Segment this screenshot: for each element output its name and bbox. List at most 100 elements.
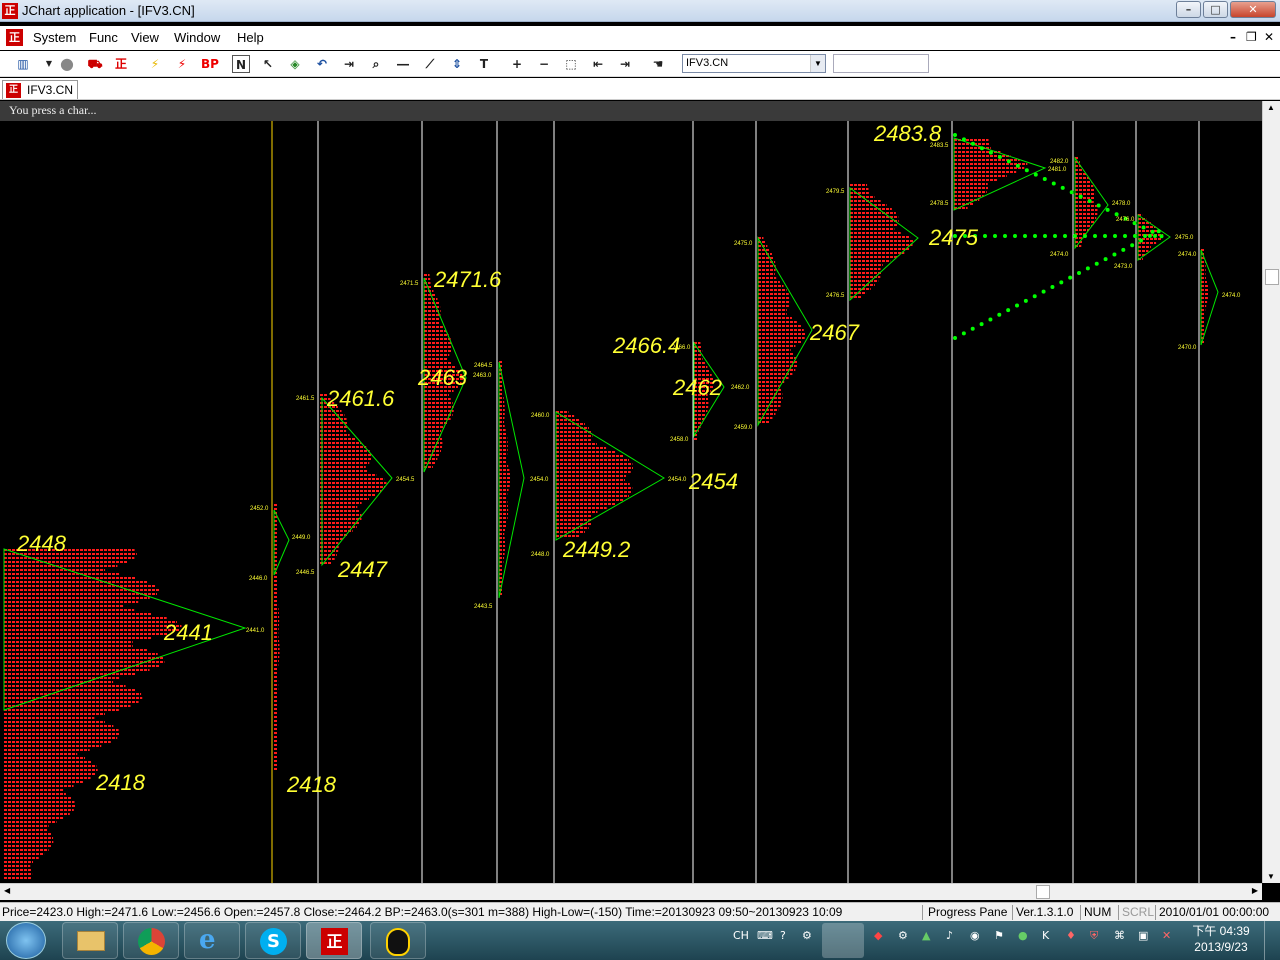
maximize-button[interactable]: □ [1203,1,1228,18]
pen-input-icon[interactable] [822,923,864,958]
zoom-icon[interactable]: ⌕ [367,55,385,73]
chevron-down-icon[interactable]: ▼ [810,55,825,72]
annotation-high: 2466.4 [612,333,680,358]
vertical-scroll-thumb[interactable] [1265,269,1279,285]
market-profile-chart[interactable]: 2441.0 2452.0 2449.0 2446.0 2461.5 2446.5 2454… [0,101,1262,883]
show-desktop-button[interactable] [1264,921,1280,960]
acrobat-icon[interactable]: ◆ [874,929,882,942]
usb-icon[interactable]: ⌘ [1114,929,1125,942]
dropdown-arrow-icon[interactable]: ▼ [40,55,58,73]
tab-label: IFV3.CN [27,83,74,97]
scroll-left-icon[interactable]: ◀ [4,886,10,895]
price-tag: 2458.0 [670,437,689,443]
network-icon[interactable]: ▣ [1138,929,1148,942]
skype-icon[interactable]: S [245,922,301,959]
price-tag: 2461.5 [296,396,315,402]
tab-strip: 正 IFV3.CN [0,78,1280,100]
chart-type-icon[interactable]: ▥ [14,55,32,73]
scroll-up-icon[interactable]: ▲ [1267,103,1275,112]
chrome-icon[interactable] [123,922,179,959]
red-lightning-icon[interactable]: ⚡ [173,55,191,73]
price-tag: 2443.5 [474,604,493,610]
arrow-updown-icon[interactable]: ⇕ [448,55,466,73]
price-tag: 2476.5 [826,293,845,299]
price-tag: 2462.0 [731,385,750,391]
horizontal-scroll-thumb[interactable] [1036,885,1050,899]
menu-func[interactable]: Func [89,30,118,45]
menu-window[interactable]: Window [174,30,220,45]
chart-message: You press a char... [0,101,1262,121]
hand-icon[interactable]: ☚ [649,55,667,73]
annotation-high: 2461.6 [326,386,395,411]
minus-icon[interactable]: − [535,55,553,73]
vertical-scrollbar[interactable]: ▲ ▼ [1262,101,1280,883]
price-tag: 2474.0 [1050,252,1069,258]
price-tag: 2460.0 [531,413,550,419]
jchart-icon[interactable]: 正 [306,922,362,959]
volume-muted-icon[interactable]: ✕ [1162,929,1171,942]
menu-help[interactable]: Help [237,30,264,45]
logo-icon[interactable]: 正 [112,55,130,73]
menu-view[interactable]: View [131,30,159,45]
camera-icon[interactable]: ◉ [970,929,980,942]
forward-end-icon[interactable]: ⇥ [616,55,634,73]
back-icon[interactable]: ⇤ [589,55,607,73]
language-indicator[interactable]: CH [733,929,749,942]
horizontal-scrollbar[interactable]: ◀ ▶ [0,883,1262,900]
red-car-icon[interactable]: ⛟ [86,55,104,73]
undo-icon[interactable]: ↶ [313,55,331,73]
annotation-low: 2418 [95,770,146,795]
antivirus-icon[interactable]: ♦ [1066,929,1076,942]
keyboard-icon[interactable]: ⌨ [757,929,773,942]
help-icon[interactable]: ? [780,929,786,942]
mdi-close-button[interactable]: ✕ [1264,30,1274,44]
cube-icon[interactable]: ◈ [286,55,304,73]
annotation-poc: 2462 [672,375,722,400]
trendline-icon[interactable]: ⟋ [421,55,439,73]
search-input[interactable] [833,54,929,73]
qq-icon[interactable] [370,922,426,959]
price-tag: 2482.0 [1050,159,1069,165]
pointer-icon[interactable]: ↖ [259,55,277,73]
flag-icon[interactable]: ⚑ [994,929,1004,942]
speaker-icon[interactable]: ♪ [946,929,953,942]
minimize-button[interactable]: – [1176,1,1201,18]
close-button[interactable]: ✕ [1230,1,1276,18]
hline-icon[interactable]: ― [394,55,412,73]
file-explorer-icon[interactable] [62,922,118,959]
price-tag: 2448.0 [531,552,550,558]
bp-icon[interactable]: BP [199,55,221,73]
clock[interactable]: 下午 04:39 2013/9/23 [1190,923,1252,955]
start-orb-icon[interactable] [6,922,46,959]
mdi-logo-icon[interactable]: 正 [6,29,23,46]
price-tag: 2449.0 [292,535,311,541]
gray-circle-icon[interactable]: ● [58,55,76,73]
wechat-icon[interactable]: ● [1018,929,1028,942]
plus-icon[interactable]: + [508,55,526,73]
drive-icon[interactable]: ▲ [922,929,930,942]
select-rect-icon[interactable]: ⬚ [562,55,580,73]
mdi-minimize-button[interactable]: – [1230,30,1236,44]
symbol-select[interactable]: IFV3.CN ▼ [682,54,826,73]
menu-system[interactable]: System [33,30,76,45]
n-icon[interactable]: N [232,55,250,73]
price-tag: 2464.5 [474,363,493,369]
clock-date: 2013/9/23 [1194,940,1248,954]
mdi-restore-button[interactable]: ❐ [1246,30,1257,44]
shield-icon[interactable]: ⛨ [1090,929,1098,943]
price-tag: 2474.0 [1222,293,1241,299]
yellow-lightning-icon[interactable]: ⚡ [146,55,164,73]
text-icon[interactable]: T [475,55,493,73]
kl-icon[interactable]: K [1042,929,1049,942]
tab-ifv3cn[interactable]: 正 IFV3.CN [2,80,78,99]
options-icon[interactable]: ⚙ [802,929,812,942]
price-tag: 2475.0 [734,241,753,247]
status-bar: Price=2423.0 High:=2471.6 Low:=2456.6 Op… [0,902,1280,921]
network-tool-icon[interactable]: ⚙ [898,929,908,942]
price-tag: 2446.0 [249,576,268,582]
internet-explorer-icon[interactable]: e [184,922,240,959]
scroll-right-icon[interactable]: ▶ [1252,886,1258,895]
forward-icon[interactable]: ⇥ [340,55,358,73]
price-tag: 2454.0 [668,477,687,483]
scroll-down-icon[interactable]: ▼ [1267,872,1275,881]
